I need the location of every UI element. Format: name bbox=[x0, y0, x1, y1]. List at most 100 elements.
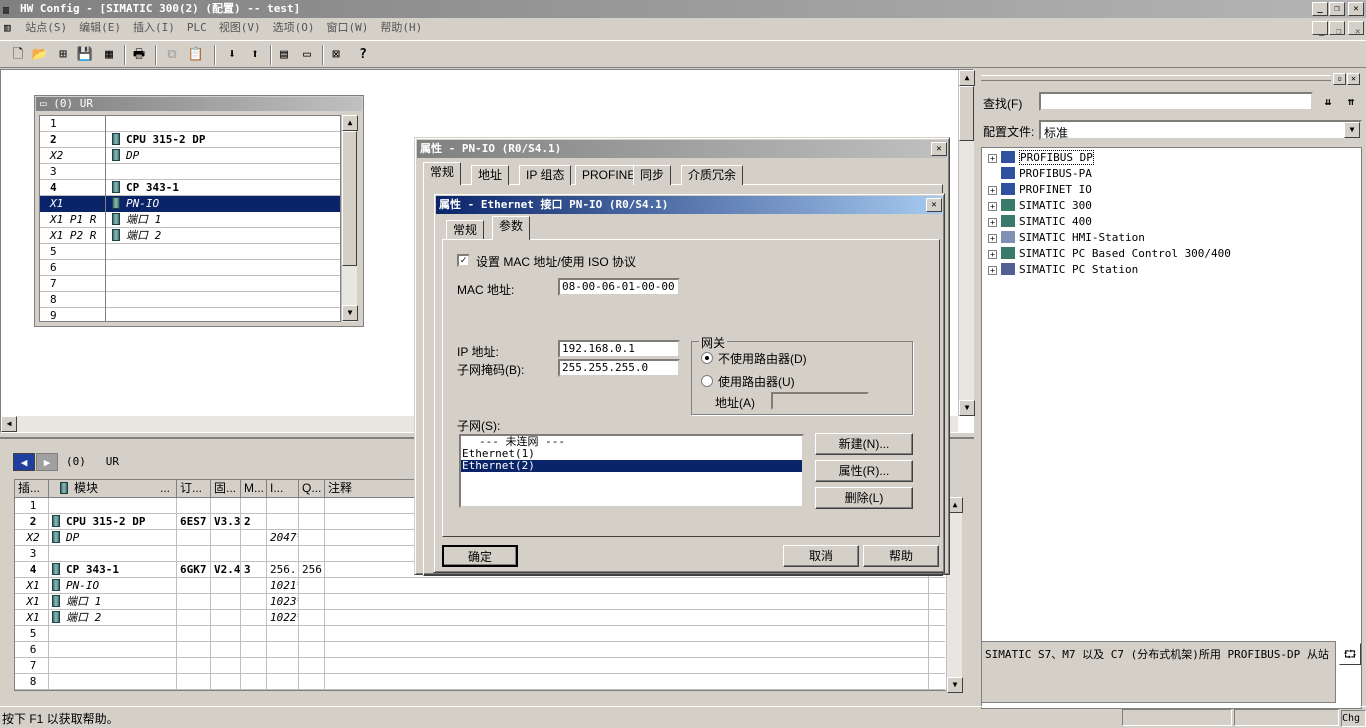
subnet-mask-input[interactable]: 255.255.255.0 bbox=[558, 359, 680, 377]
close-icon[interactable]: ✕ bbox=[926, 198, 942, 212]
properties-tab-2[interactable]: IP 组态 bbox=[519, 165, 572, 185]
catalog-float-icon[interactable]: ▫ bbox=[1333, 73, 1346, 85]
rack-row[interactable]: X2 DP bbox=[40, 148, 340, 164]
child-close-icon[interactable]: ✕ bbox=[1348, 21, 1364, 37]
back-arrow-icon[interactable]: ◀ bbox=[13, 453, 35, 471]
tree-item[interactable]: + SIMATIC PC Based Control 300/400 bbox=[988, 246, 1231, 262]
tree-item[interactable]: +PROFIBUS-PA bbox=[988, 166, 1092, 182]
rack-scrollbar[interactable]: ▲ ▼ bbox=[341, 115, 358, 322]
child-restore-icon[interactable]: ❐ bbox=[1329, 21, 1345, 37]
scroll-down-icon[interactable]: ▼ bbox=[959, 400, 975, 416]
subnet-list[interactable]: --- 未连网 --- Ethernet(1) Ethernet(2) bbox=[459, 434, 804, 508]
tree-item[interactable]: + SIMATIC HMI-Station bbox=[988, 230, 1145, 246]
rack-row[interactable]: 9 bbox=[40, 308, 340, 321]
menu-item-2[interactable]: 插入(I) bbox=[127, 18, 181, 38]
scroll-left-icon[interactable]: ◀ bbox=[1, 416, 17, 432]
rack-row[interactable]: 3 bbox=[40, 164, 340, 180]
open-icon[interactable]: 📂 bbox=[30, 45, 50, 65]
rack-row[interactable]: 4 CP 343-1 bbox=[40, 180, 340, 196]
properties-tab-1[interactable]: 地址 bbox=[471, 165, 510, 185]
expand-icon[interactable]: + bbox=[988, 234, 997, 243]
close-icon[interactable]: ✕ bbox=[931, 142, 947, 156]
menu-item-1[interactable]: 编辑(E) bbox=[73, 18, 127, 38]
rack-row[interactable]: 1 bbox=[40, 116, 340, 132]
rack-row[interactable]: 2 CPU 315-2 DP bbox=[40, 132, 340, 148]
expand-icon[interactable]: + bbox=[988, 218, 997, 227]
find-input[interactable] bbox=[1039, 92, 1313, 111]
find-down-icon[interactable]: ⇊ bbox=[1317, 92, 1339, 111]
expand-icon[interactable]: + bbox=[988, 186, 997, 195]
table-row[interactable]: 7 bbox=[15, 658, 945, 674]
ip-address-input[interactable]: 192.168.0.1 bbox=[558, 340, 680, 358]
scroll-down-icon[interactable]: ▼ bbox=[342, 305, 358, 321]
properties-tab-5[interactable]: 介质冗余 bbox=[681, 165, 744, 185]
scroll-thumb[interactable] bbox=[959, 86, 974, 141]
column-header[interactable]: 模块... bbox=[49, 480, 177, 498]
column-header[interactable]: I... bbox=[267, 480, 299, 498]
rack-row[interactable]: X1 PN-IO bbox=[40, 196, 340, 212]
main-vscrollbar[interactable]: ▲ ▼ bbox=[958, 70, 975, 416]
find-up-icon[interactable]: ⇈ bbox=[1340, 92, 1362, 111]
window-icon[interactable]: ▭ bbox=[297, 45, 317, 65]
rack-row[interactable]: 6 bbox=[40, 260, 340, 276]
properties-tab-4[interactable]: 同步 bbox=[633, 165, 672, 185]
table-row[interactable]: X1 端口 1 1023* bbox=[15, 594, 945, 610]
expand-icon[interactable]: + bbox=[988, 250, 997, 259]
column-header[interactable]: 插... bbox=[15, 480, 49, 498]
expand-icon[interactable]: + bbox=[988, 202, 997, 211]
close-icon[interactable]: ✕ bbox=[1348, 2, 1364, 16]
catalog-close-icon[interactable]: ✕ bbox=[1347, 73, 1360, 85]
print-icon[interactable]: 🖶 bbox=[129, 45, 149, 65]
upload-icon[interactable]: ⬆ bbox=[245, 45, 265, 65]
profile-select[interactable]: 标准 ▼ bbox=[1039, 120, 1362, 140]
save-compile-icon[interactable]: ▦ bbox=[99, 45, 119, 65]
new-icon[interactable]: 🗋 bbox=[8, 45, 28, 65]
scroll-up-icon[interactable]: ▲ bbox=[342, 115, 358, 131]
tab-parameters[interactable]: 参数 bbox=[492, 216, 531, 240]
mac-address-input[interactable]: 08-00-06-01-00-00 bbox=[558, 278, 680, 296]
copy-icon[interactable]: ⧉ bbox=[162, 45, 182, 65]
tree-item[interactable]: + PROFIBUS DP bbox=[988, 150, 1094, 166]
rack-row[interactable]: 8 bbox=[40, 292, 340, 308]
menu-item-6[interactable]: 窗口(W) bbox=[321, 18, 375, 38]
table-row[interactable]: X1 PN-IO 1021* bbox=[15, 578, 945, 594]
router-address-input[interactable] bbox=[771, 392, 869, 410]
tree-item[interactable]: + PROFINET IO bbox=[988, 182, 1092, 198]
menu-item-0[interactable]: 站点(S) bbox=[19, 18, 73, 38]
scroll-down-icon[interactable]: ▼ bbox=[947, 677, 963, 693]
child-minimize-icon[interactable]: _ bbox=[1312, 21, 1328, 37]
network-icon[interactable]: ⊞ bbox=[53, 45, 73, 65]
table-row[interactable]: 6 bbox=[15, 642, 945, 658]
help-button[interactable]: 帮助 bbox=[863, 545, 939, 567]
radio-no-router[interactable] bbox=[701, 352, 713, 364]
scroll-thumb[interactable] bbox=[342, 131, 357, 266]
subnet-list-item[interactable]: Ethernet(2) bbox=[461, 460, 802, 472]
network-view-icon[interactable]: ⊠ bbox=[326, 45, 346, 65]
tree-item[interactable]: + SIMATIC 400 bbox=[988, 214, 1092, 230]
tree-item[interactable]: + SIMATIC 300 bbox=[988, 198, 1092, 214]
rack-row[interactable]: 7 bbox=[40, 276, 340, 292]
tree-item[interactable]: + SIMATIC PC Station bbox=[988, 262, 1138, 278]
menu-item-5[interactable]: 选项(O) bbox=[267, 18, 321, 38]
table-row[interactable]: X1 端口 2 1022* bbox=[15, 610, 945, 626]
table-row[interactable]: 8 bbox=[15, 674, 945, 690]
expand-icon[interactable]: + bbox=[988, 266, 997, 275]
download-icon[interactable]: ⬇ bbox=[222, 45, 242, 65]
help-icon[interactable]: ? bbox=[353, 45, 373, 65]
delete-subnet-button[interactable]: 删除(L) bbox=[815, 487, 913, 509]
save-icon[interactable]: 💾 bbox=[75, 45, 95, 65]
menu-item-3[interactable]: PLC bbox=[181, 18, 213, 38]
minimize-icon[interactable]: _ bbox=[1312, 2, 1328, 16]
restore-icon[interactable]: ❐ bbox=[1329, 2, 1345, 16]
menu-item-4[interactable]: 视图(V) bbox=[213, 18, 267, 38]
subnet-properties-button[interactable]: 属性(R)... bbox=[815, 460, 913, 482]
paste-icon[interactable]: 📋 bbox=[186, 45, 206, 65]
column-header[interactable]: Q... bbox=[299, 480, 325, 498]
properties-tab-0[interactable]: 常规 bbox=[423, 162, 462, 185]
rack-row[interactable]: X1 P1 R 端口 1 bbox=[40, 212, 340, 228]
column-header[interactable]: 订... bbox=[177, 480, 211, 498]
catalog-info-icon[interactable]: ⮔ bbox=[1339, 643, 1361, 665]
rack-row[interactable]: X1 P2 R 端口 2 bbox=[40, 228, 340, 244]
forward-arrow-icon[interactable]: ▶ bbox=[36, 453, 58, 471]
expand-icon[interactable]: + bbox=[988, 154, 997, 163]
